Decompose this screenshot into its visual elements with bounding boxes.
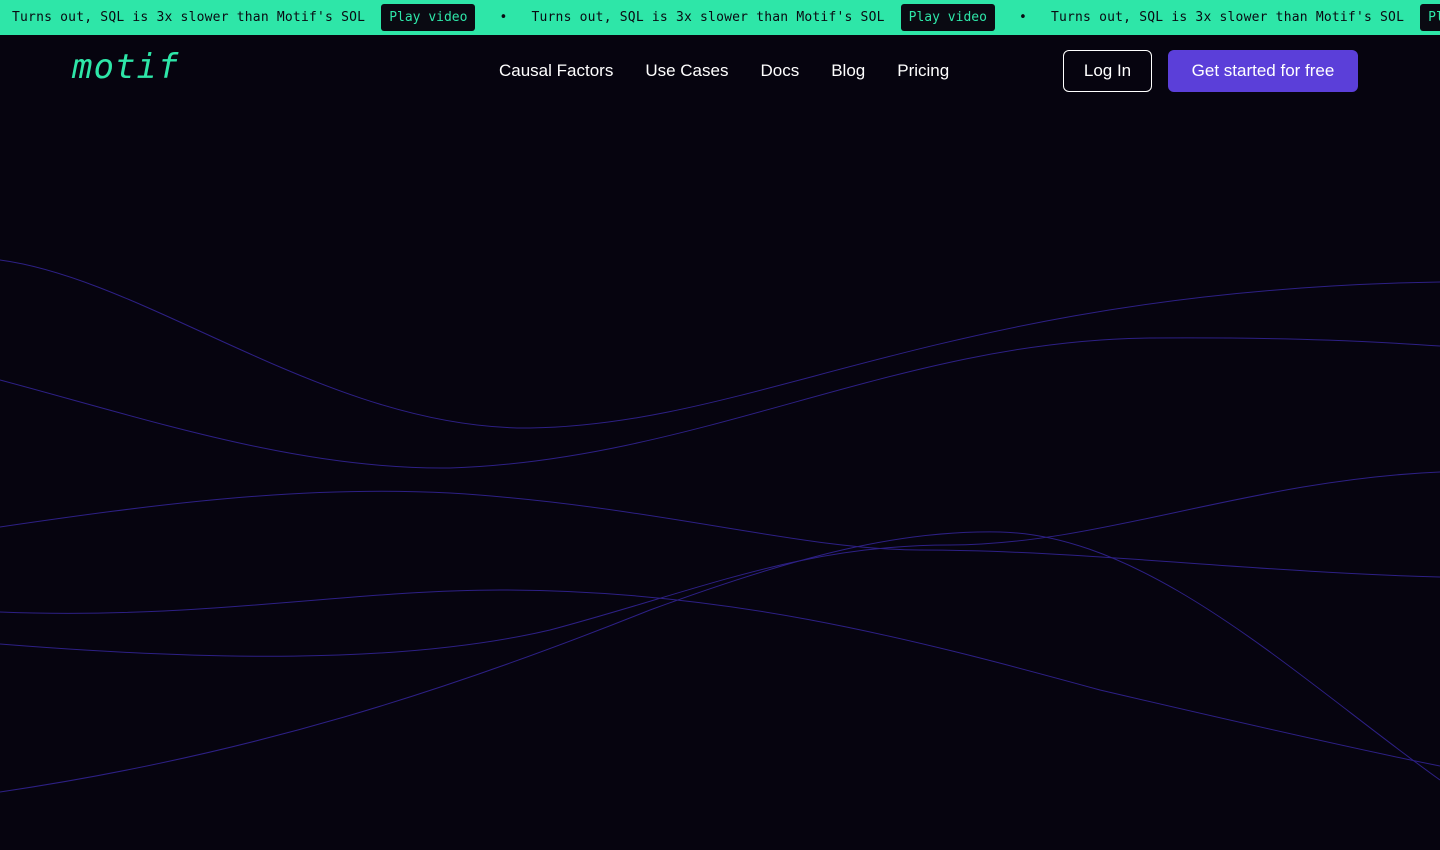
- background-wave-lines: [0, 259, 1440, 793]
- play-video-button[interactable]: Play video: [381, 4, 476, 31]
- get-started-button[interactable]: Get started for free: [1168, 50, 1358, 92]
- nav-link-docs[interactable]: Docs: [760, 61, 799, 81]
- nav-link-blog[interactable]: Blog: [831, 61, 865, 81]
- ticker-separator: •: [1019, 10, 1027, 25]
- ticker-item: Turns out, SQL is 3x slower than Motif's…: [1051, 4, 1440, 31]
- nav-link-use-cases[interactable]: Use Cases: [645, 61, 728, 81]
- ticker-track: Turns out, SQL is 3x slower than Motif's…: [12, 0, 1440, 35]
- ticker-text: Turns out, SQL is 3x slower than Motif's…: [1050, 10, 1405, 25]
- wave-line: [0, 531, 1440, 793]
- nav-link-pricing[interactable]: Pricing: [897, 61, 949, 81]
- play-video-button[interactable]: Play video: [1420, 4, 1440, 31]
- wave-line: [0, 259, 1440, 429]
- ticker-text: Turns out, SQL is 3x slower than Motif's…: [531, 10, 885, 25]
- play-video-button[interactable]: Play video: [900, 4, 995, 31]
- ticker-text: Turns out, SQL is 3x slower than Motif's…: [12, 10, 366, 25]
- wave-line: [0, 589, 1440, 767]
- top-navigation: motif Causal Factors Use Cases Docs Blog…: [0, 35, 1440, 107]
- login-button[interactable]: Log In: [1063, 50, 1152, 92]
- wave-line: [0, 490, 1440, 578]
- ticker-item: Turns out, SQL is 3x slower than Motif's…: [531, 4, 1050, 31]
- ticker-separator: •: [499, 10, 508, 25]
- ticker-item: Turns out, SQL is 3x slower than Motif's…: [12, 4, 531, 31]
- wave-line: [0, 337, 1440, 469]
- nav-link-causal-factors[interactable]: Causal Factors: [499, 61, 613, 81]
- wave-line: [0, 471, 1440, 657]
- nav-links: Causal Factors Use Cases Docs Blog Prici…: [499, 61, 949, 81]
- announcement-ticker: Turns out, SQL is 3x slower than Motif's…: [0, 0, 1440, 35]
- motif-logo[interactable]: motif: [72, 47, 179, 87]
